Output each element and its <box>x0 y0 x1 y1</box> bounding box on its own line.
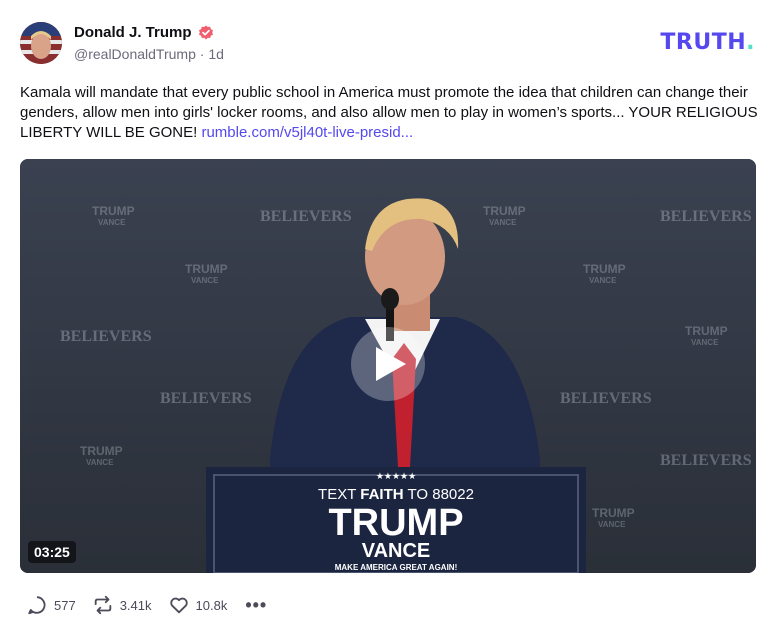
truth-logo[interactable]: TRUTH. <box>660 30 755 55</box>
svg-text:TRUMP: TRUMP <box>685 324 728 338</box>
svg-text:VANCE: VANCE <box>191 276 219 285</box>
verified-badge-icon <box>198 25 213 39</box>
svg-text:TRUMP: TRUMP <box>185 262 228 276</box>
backdrop-believers: BELIEVERS <box>260 208 352 225</box>
podium-trump: TRUMP <box>328 502 463 544</box>
video-duration: 03:25 <box>28 541 76 563</box>
svg-text:BELIEVERS: BELIEVERS <box>660 208 752 225</box>
svg-text:VANCE: VANCE <box>589 276 617 285</box>
more-options-button[interactable]: ••• <box>245 595 267 616</box>
backdrop-trump: TRUMP <box>92 204 135 218</box>
podium-vance: VANCE <box>362 540 431 562</box>
svg-text:TRUMP: TRUMP <box>483 204 526 218</box>
svg-text:VANCE: VANCE <box>598 520 626 529</box>
retruth-icon <box>94 595 111 615</box>
podium-stars: ★★★★★ <box>376 472 416 482</box>
author-meta: @realDonaldTrump · 1d <box>74 46 224 62</box>
retruth-count: 3.41k <box>119 597 152 613</box>
video-player[interactable]: BELIEVERS BELIEVERS BELIEVERS BELIEVERS … <box>20 159 756 573</box>
backdrop-vance: VANCE <box>98 218 126 227</box>
reply-button[interactable]: 577 <box>26 594 76 616</box>
svg-text:BELIEVERS: BELIEVERS <box>160 390 252 407</box>
svg-text:BELIEVERS: BELIEVERS <box>560 390 652 407</box>
logo-dot: . <box>746 30 755 55</box>
author-name-row: Donald J. Trump <box>74 24 214 41</box>
post-time[interactable]: 1d <box>208 46 224 62</box>
svg-text:BELIEVERS: BELIEVERS <box>660 452 752 469</box>
post-actions: 577 3.41k 10.8k ••• <box>26 594 267 616</box>
retruth-button[interactable]: 3.41k <box>92 594 152 616</box>
svg-text:TRUMP: TRUMP <box>80 444 123 458</box>
meta-separator: · <box>199 46 205 62</box>
post-text: Kamala will mandate that every public sc… <box>20 83 762 143</box>
post-link[interactable]: rumble.com/v5jl40t-live-presid... <box>201 124 413 141</box>
reply-count: 577 <box>54 597 76 613</box>
svg-text:TRUMP: TRUMP <box>592 506 635 520</box>
svg-text:VANCE: VANCE <box>691 338 719 347</box>
play-icon <box>376 347 406 381</box>
logo-text: TRUTH <box>660 30 747 55</box>
author-handle[interactable]: @realDonaldTrump <box>74 46 196 62</box>
like-count: 10.8k <box>195 597 228 613</box>
svg-text:VANCE: VANCE <box>86 458 114 467</box>
svg-text:TRUMP: TRUMP <box>583 262 626 276</box>
author-display-name[interactable]: Donald J. Trump <box>74 24 192 41</box>
like-button[interactable]: 10.8k <box>168 594 228 616</box>
podium-text-line: TEXT FAITH TO 88022 <box>318 486 474 503</box>
reply-icon <box>28 596 46 615</box>
svg-text:VANCE: VANCE <box>489 218 517 227</box>
play-button[interactable] <box>351 327 425 401</box>
podium-slogan: MAKE AMERICA GREAT AGAIN! <box>335 563 458 572</box>
heart-icon <box>169 597 188 614</box>
avatar[interactable] <box>20 22 62 64</box>
svg-text:BELIEVERS: BELIEVERS <box>60 328 152 345</box>
